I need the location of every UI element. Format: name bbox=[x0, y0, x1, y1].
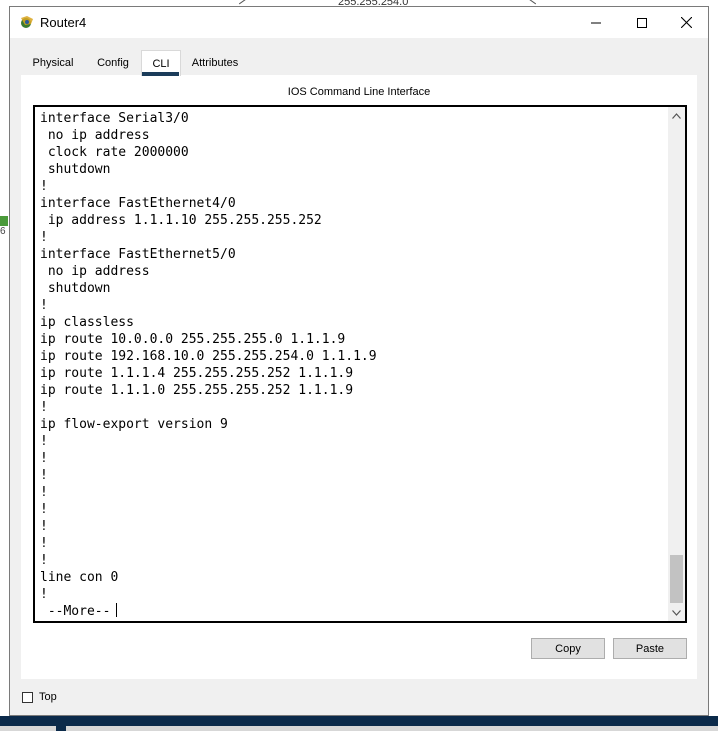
more-prompt-text: --More-- bbox=[40, 604, 111, 619]
router-window: Router4 Physical Config CLI Attributes I… bbox=[9, 6, 709, 716]
background-side-label: 6 bbox=[0, 226, 6, 237]
terminal-line: shutdown bbox=[40, 281, 111, 296]
title-bar[interactable]: Router4 bbox=[10, 7, 708, 38]
tab-config[interactable]: Config bbox=[89, 52, 137, 74]
router-app-icon bbox=[21, 16, 33, 28]
terminal-line: no ip address bbox=[40, 128, 150, 143]
terminal-line: shutdown bbox=[40, 162, 111, 177]
terminal-line: interface Serial3/0 bbox=[40, 111, 189, 126]
terminal-line: ip address 1.1.1.10 255.255.255.252 bbox=[40, 213, 322, 228]
panel-title: IOS Command Line Interface bbox=[287, 86, 431, 98]
maximize-icon bbox=[637, 17, 647, 28]
close-icon bbox=[680, 17, 692, 28]
terminal-line: ! bbox=[40, 502, 48, 517]
terminal-line: ! bbox=[40, 519, 48, 534]
scroll-up-button[interactable] bbox=[668, 107, 685, 124]
top-option: Top bbox=[22, 689, 57, 705]
terminal-prompt: --More-- bbox=[40, 603, 660, 620]
terminal-line: ! bbox=[40, 400, 48, 415]
device-fragment-icon bbox=[0, 216, 8, 226]
terminal-line: ! bbox=[40, 179, 48, 194]
terminal-scrollbar[interactable] bbox=[668, 107, 685, 621]
terminal-line: ip route 1.1.1.4 255.255.255.252 1.1.1.9 bbox=[40, 366, 354, 381]
terminal-line: ip flow-export version 9 bbox=[40, 417, 228, 432]
terminal-line: ! bbox=[40, 298, 48, 313]
terminal-output[interactable]: interface Serial3/0 no ip address clock … bbox=[40, 110, 660, 620]
copy-button[interactable]: Copy bbox=[531, 638, 605, 659]
text-cursor bbox=[116, 603, 118, 617]
chevron-up-icon bbox=[672, 112, 681, 119]
terminal-line: ! bbox=[40, 468, 48, 483]
active-tab-indicator bbox=[142, 72, 179, 76]
terminal-line: no ip address bbox=[40, 264, 150, 279]
tab-attributes[interactable]: Attributes bbox=[185, 52, 245, 74]
terminal-line: ! bbox=[40, 587, 48, 602]
terminal-line: ip route 10.0.0.0 255.255.255.0 1.1.1.9 bbox=[40, 332, 346, 347]
maximize-button[interactable] bbox=[619, 7, 665, 38]
minimize-icon bbox=[591, 22, 601, 23]
background-device-fragment: 6 bbox=[0, 214, 8, 242]
tab-bar: Physical Config CLI Attributes bbox=[21, 47, 697, 76]
terminal-line: interface FastEthernet5/0 bbox=[40, 247, 236, 262]
terminal-line: ! bbox=[40, 485, 48, 500]
scrollbar-thumb[interactable] bbox=[670, 555, 683, 603]
taskbar bbox=[0, 716, 718, 731]
top-checkbox-label: Top bbox=[39, 691, 57, 703]
terminal-line: ! bbox=[40, 434, 48, 449]
scroll-down-button[interactable] bbox=[668, 604, 685, 621]
minimize-button[interactable] bbox=[573, 7, 619, 38]
terminal-line: line con 0 bbox=[40, 570, 119, 585]
terminal-line: ip classless bbox=[40, 315, 134, 330]
terminal-line: clock rate 2000000 bbox=[40, 145, 189, 160]
terminal-line: interface FastEthernet4/0 bbox=[40, 196, 236, 211]
cli-terminal[interactable]: interface Serial3/0 no ip address clock … bbox=[33, 105, 687, 623]
terminal-line: ip route 1.1.1.0 255.255.255.252 1.1.1.9 bbox=[40, 383, 354, 398]
paste-button[interactable]: Paste bbox=[613, 638, 687, 659]
terminal-line: ! bbox=[40, 536, 48, 551]
top-checkbox[interactable] bbox=[22, 691, 33, 703]
terminal-line: ip route 192.168.10.0 255.255.254.0 1.1.… bbox=[40, 349, 377, 364]
window-title: Router4 bbox=[40, 15, 87, 30]
chevron-down-icon bbox=[672, 609, 681, 616]
close-button[interactable] bbox=[663, 7, 709, 38]
tab-physical[interactable]: Physical bbox=[21, 52, 85, 74]
window-content: Physical Config CLI Attributes IOS Comma… bbox=[21, 47, 697, 679]
terminal-line: ! bbox=[40, 553, 48, 568]
terminal-line: ! bbox=[40, 451, 48, 466]
terminal-line: ! bbox=[40, 230, 48, 245]
